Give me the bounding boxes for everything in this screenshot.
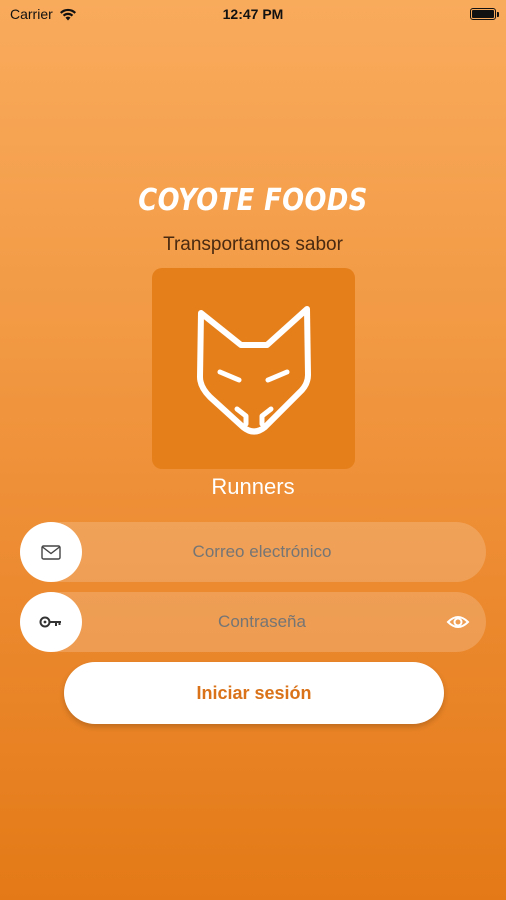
key-icon [20,592,82,652]
envelope-icon [20,522,82,582]
carrier-label: Carrier [10,6,53,22]
brand-title: COYOTE FOODS [138,183,368,218]
login-button[interactable]: Iniciar sesión [64,662,444,724]
wifi-icon [59,8,76,20]
password-input[interactable] [82,592,442,652]
status-left: Carrier [10,6,77,22]
battery-icon [470,8,499,20]
eye-icon[interactable] [446,610,470,634]
app-role-label: Runners [211,474,295,499]
brand-tagline: Transportamos sabor [163,234,343,255]
status-bar: Carrier 12:47 PM [0,0,506,28]
email-input[interactable] [82,522,442,582]
password-field[interactable] [20,592,486,652]
coyote-head-icon [196,305,311,434]
email-field[interactable] [20,522,486,582]
battery-level [472,10,494,18]
logo [152,268,355,469]
